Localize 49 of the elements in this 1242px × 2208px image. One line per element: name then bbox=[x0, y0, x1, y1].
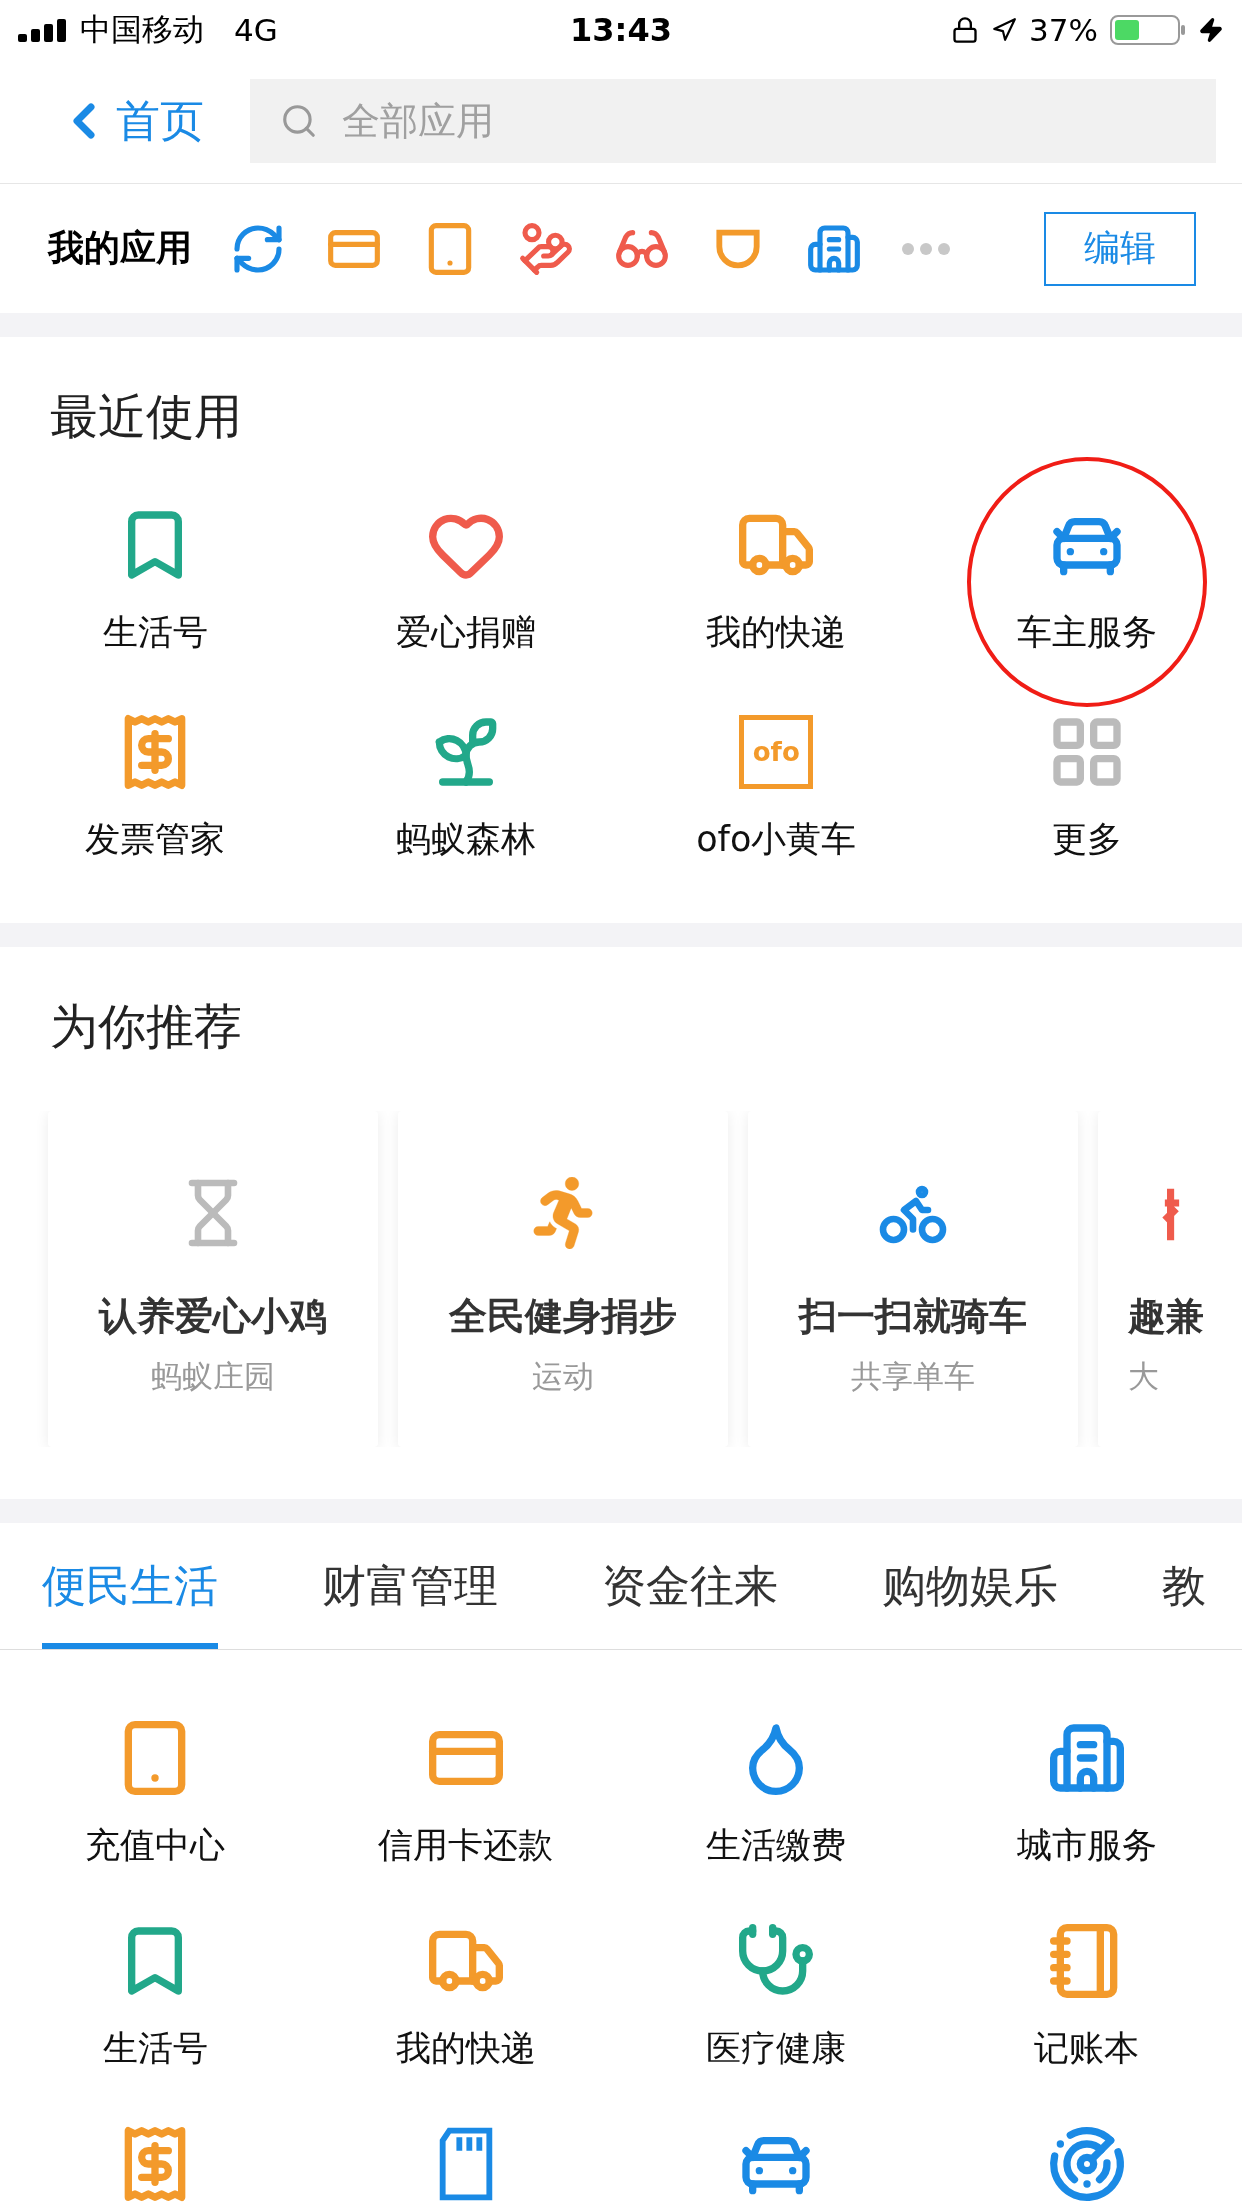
app-item[interactable]: 充值中心 bbox=[0, 1714, 311, 1869]
card-subtitle: 大 bbox=[1128, 1357, 1159, 1397]
category-tab[interactable]: 资金往来 bbox=[602, 1523, 778, 1649]
app-item[interactable]: 我的快递 bbox=[706, 501, 847, 657]
app-item[interactable]: 城市服务 bbox=[931, 1714, 1242, 1869]
app-item[interactable]: 我的快递 bbox=[310, 1917, 621, 2072]
app-item[interactable]: 记账本 bbox=[931, 1917, 1242, 2072]
charging-icon bbox=[1198, 16, 1224, 43]
recommendation-card[interactable]: 趣兼 大 bbox=[1098, 1111, 1242, 1448]
battery-icon bbox=[1110, 13, 1186, 46]
app-item[interactable]: 蚂蚁森林 bbox=[395, 708, 536, 864]
card-title: 全民健身捐步 bbox=[449, 1293, 677, 1341]
clock-text: 13:43 bbox=[570, 10, 672, 49]
carrier-text: 中国移动 bbox=[80, 9, 204, 49]
back-button[interactable]: 首页 bbox=[56, 91, 204, 151]
section-title: 最近使用 bbox=[50, 387, 243, 447]
card-title: 扫一扫就骑车 bbox=[799, 1293, 1027, 1341]
battery-percent-text: 37% bbox=[1029, 11, 1098, 48]
app-item[interactable]: 爱心捐赠 bbox=[395, 501, 536, 657]
app-item[interactable]: 信用卡还款 bbox=[310, 1714, 621, 1869]
card-subtitle: 蚂蚁庄园 bbox=[151, 1357, 275, 1397]
category-tab[interactable]: 教 bbox=[1162, 1523, 1206, 1649]
recommendation-card[interactable]: 全民健身捐步 运动 bbox=[398, 1111, 728, 1448]
app-item[interactable]: 生活号 bbox=[0, 1917, 311, 2072]
app-item[interactable]: 发票管家 bbox=[85, 708, 226, 864]
app-item[interactable]: 生活缴费 bbox=[621, 1714, 932, 1869]
logo-icon: ofo bbox=[739, 715, 814, 790]
app-item[interactable]: ofo ofo小黄车 bbox=[696, 708, 857, 864]
category-tab[interactable]: 财富管理 bbox=[322, 1523, 498, 1649]
card-title: 认养爱心小鸡 bbox=[99, 1293, 327, 1341]
app-item[interactable]: 车主服务 bbox=[1016, 501, 1157, 657]
coins-icon bbox=[518, 220, 574, 277]
edit-button[interactable]: 编辑 bbox=[1044, 211, 1196, 286]
network-text: 4G bbox=[234, 11, 278, 48]
app-item[interactable]: 医疗健康 bbox=[621, 1917, 932, 2072]
card-subtitle: 运动 bbox=[532, 1357, 594, 1397]
section-title: 为你推荐 bbox=[50, 997, 243, 1057]
app-item[interactable]: 更多 bbox=[1042, 708, 1131, 864]
lock-icon bbox=[951, 15, 980, 44]
search-field[interactable]: 全部应用 bbox=[250, 79, 1216, 164]
recommendation-card[interactable]: 认养爱心小鸡 蚂蚁庄园 bbox=[48, 1111, 378, 1448]
more-icon bbox=[902, 242, 950, 255]
category-tab[interactable]: 购物娱乐 bbox=[882, 1523, 1058, 1649]
recommendation-card[interactable]: 扫一扫就骑车 共享单车 bbox=[748, 1111, 1078, 1448]
card-subtitle: 共享单车 bbox=[851, 1357, 975, 1397]
app-item[interactable]: 生活号 bbox=[102, 501, 208, 657]
card-title: 趣兼 bbox=[1128, 1293, 1204, 1341]
section-title: 我的应用 bbox=[48, 226, 192, 271]
location-icon bbox=[991, 16, 1018, 43]
